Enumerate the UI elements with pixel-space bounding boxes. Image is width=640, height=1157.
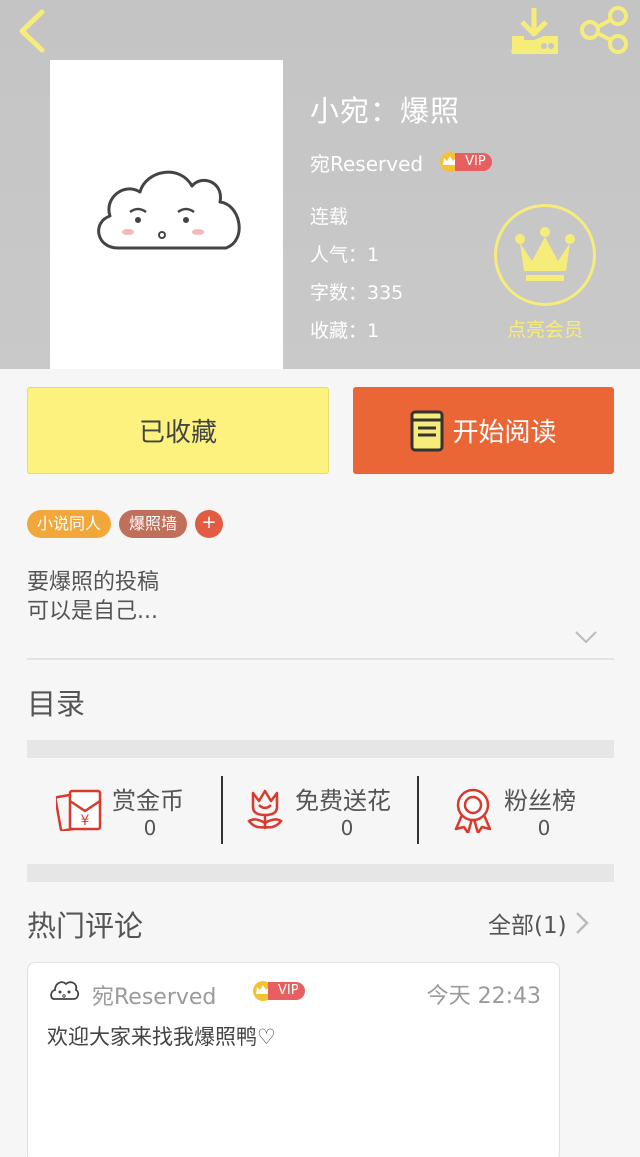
book-cover[interactable] [50, 60, 283, 369]
vip-badge: VIP [439, 151, 492, 173]
fan-ranking-count: 0 [537, 816, 551, 840]
back-button[interactable] [14, 8, 54, 54]
download-button[interactable] [508, 6, 560, 54]
fan-ranking-button[interactable]: 粉丝榜 0 [452, 777, 602, 845]
divider [27, 658, 614, 660]
flower-icon [247, 789, 283, 829]
share-button[interactable] [578, 6, 630, 54]
cloud-icon [97, 170, 241, 250]
comment-username[interactable]: 宛Reserved [92, 979, 216, 1011]
medal-icon [454, 788, 492, 833]
free-flower-label: 免费送花 [295, 787, 391, 815]
start-reading-button[interactable]: 开始阅读 [353, 387, 614, 474]
chevron-right-icon [575, 912, 589, 934]
collect-button[interactable]: 已收藏 [27, 387, 329, 474]
separator [417, 776, 419, 844]
vip-label: VIP [268, 982, 305, 1000]
section-divider [27, 740, 614, 758]
catalog-link[interactable]: 目录 [27, 681, 85, 723]
reward-coins-label: 赏金币 [112, 787, 184, 815]
popularity-text: 人气：1 [310, 244, 380, 266]
description-line: 可以是自己... [27, 599, 158, 624]
tag-list: 小说同人 爆照墙 + [27, 510, 224, 538]
tag-item[interactable]: 小说同人 [27, 510, 112, 538]
separator [221, 776, 223, 844]
member-button[interactable] [494, 204, 596, 306]
comment-card[interactable]: 宛Reserved VIP 今天 22:43 欢迎大家来找我爆照鸭♡ [27, 962, 560, 1157]
author-row[interactable]: 宛Reserved VIP [310, 148, 492, 176]
book-stats: 连载 人气：1 字数：335 收藏：1 [310, 198, 403, 350]
author-name[interactable]: 宛Reserved [310, 148, 423, 177]
avatar[interactable] [48, 977, 80, 1009]
word-count-text: 字数：335 [310, 282, 404, 304]
hot-comments-title: 热门评论 [27, 909, 144, 943]
free-flower-count: 0 [340, 816, 354, 840]
download-icon [511, 8, 558, 54]
vip-badge: VIP [252, 980, 305, 1002]
favorites-text: 收藏：1 [310, 320, 380, 342]
book-title: 小宛：爆照 [310, 94, 461, 128]
tag-item[interactable]: 爆照墙 [119, 510, 188, 538]
red-envelope-icon: ¥ [56, 789, 102, 831]
status-text: 连载 [310, 206, 349, 228]
reward-coins-button[interactable]: ¥ 赏金币 0 [56, 777, 206, 845]
svg-text:¥: ¥ [81, 813, 90, 829]
all-comments-link[interactable]: 全部(1) [488, 906, 589, 940]
share-icon [580, 6, 628, 54]
comment-time: 今天 22:43 [426, 984, 541, 1009]
back-icon [19, 9, 45, 53]
reward-coins-count: 0 [143, 816, 157, 840]
book-description[interactable]: 要爆照的投稿 可以是自己... [27, 568, 159, 626]
book-icon [410, 410, 444, 451]
chevron-down-icon[interactable] [574, 630, 598, 644]
fan-ranking-label: 粉丝榜 [504, 787, 576, 815]
free-flower-button[interactable]: 免费送花 0 [245, 777, 405, 845]
add-tag-button[interactable]: + [195, 510, 224, 538]
crown-icon [515, 227, 575, 281]
comment-text: 欢迎大家来找我爆照鸭♡ [47, 1025, 276, 1049]
description-line: 要爆照的投稿 [27, 570, 160, 595]
all-comments-label: 全部(1) [488, 913, 567, 939]
vip-label: VIP [455, 153, 492, 171]
start-reading-label: 开始阅读 [452, 418, 557, 448]
section-divider [27, 864, 614, 882]
member-label[interactable]: 点亮会员 [486, 315, 604, 342]
book-header: 小宛：爆照 宛Reserved VIP 连载 人气：1 字数：335 收藏：1 … [0, 0, 640, 369]
